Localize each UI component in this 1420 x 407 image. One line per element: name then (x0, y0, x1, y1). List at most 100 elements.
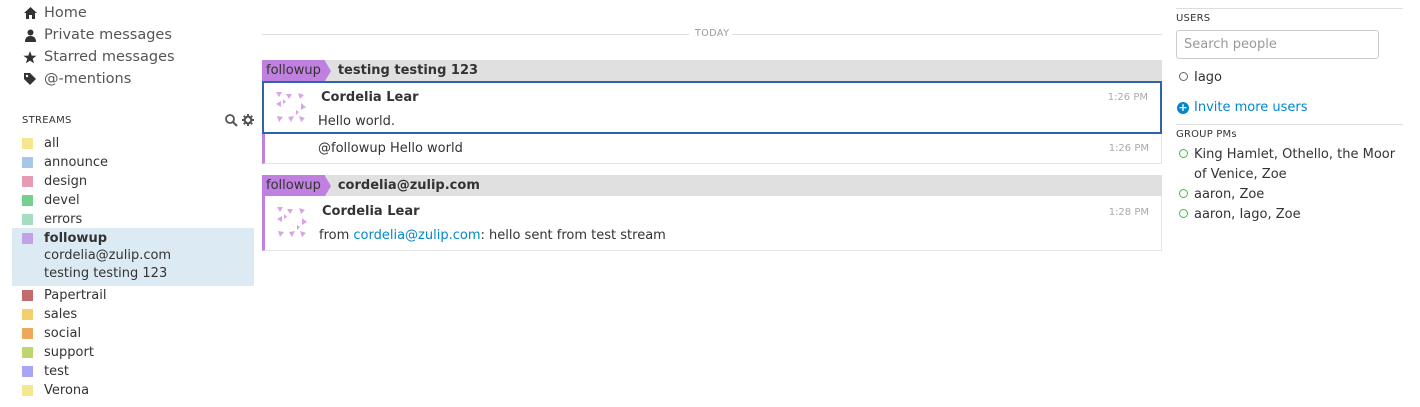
message-row-selected[interactable]: Cordelia Lear 1:26 PM Hello world. (262, 81, 1162, 134)
topic-item-cordelia[interactable]: cordelia@zulip.com (44, 248, 171, 263)
divider-line (732, 34, 1162, 35)
nav-home[interactable]: Home (22, 2, 87, 24)
stream-item-design[interactable]: design (22, 172, 254, 191)
nav-mentions[interactable]: @-mentions (22, 68, 131, 90)
stream-swatch (22, 309, 33, 320)
stream-item-announce[interactable]: announce (22, 153, 254, 172)
invite-users-link[interactable]: + Invite more users (1177, 100, 1308, 115)
stream-item-social[interactable]: social (22, 324, 254, 343)
date-divider: TODAY (262, 28, 1162, 40)
stream-name: devel (44, 193, 80, 208)
sender-name[interactable]: Cordelia Lear (321, 90, 419, 105)
user-item-iago[interactable]: Iago (1179, 68, 1222, 88)
stream-swatch (22, 157, 33, 168)
stream-name: errors (44, 212, 83, 227)
group-pm-item[interactable]: aaron, Iago, Zoe (1179, 205, 1301, 225)
nav-private-label: Private messages (44, 27, 172, 43)
stream-label-arrow (324, 60, 331, 81)
recipient-bar: followup testing testing 123 (262, 60, 1162, 81)
stream-swatch (22, 347, 33, 358)
sender-name[interactable]: Cordelia Lear (322, 204, 420, 219)
section-divider (1176, 8, 1403, 9)
search-people-input[interactable] (1176, 30, 1379, 59)
nav-private-messages[interactable]: Private messages (22, 24, 172, 46)
group-pm-name: King Hamlet, Othello, the Moor of Venice… (1194, 147, 1396, 182)
presence-dot (1179, 189, 1188, 198)
avatar (274, 90, 308, 124)
nav-starred-label: Starred messages (44, 49, 175, 65)
gear-icon[interactable] (242, 114, 254, 131)
message-time[interactable]: 1:28 PM (1109, 207, 1149, 218)
stream-item-papertrail[interactable]: Papertrail (22, 286, 254, 305)
tag-icon (22, 73, 38, 85)
section-divider (1176, 124, 1403, 125)
topic-label[interactable]: cordelia@zulip.com (338, 178, 480, 193)
presence-dot (1179, 72, 1188, 81)
presence-dot (1179, 149, 1188, 158)
left-sidebar: Home Private messages Starred messages @… (0, 0, 258, 407)
users-header: USERS (1176, 13, 1211, 24)
topic-label[interactable]: testing testing 123 (338, 63, 478, 78)
star-icon (22, 50, 38, 64)
divider-line (262, 34, 689, 35)
group-pm-name: aaron, Iago, Zoe (1194, 207, 1301, 222)
stream-item-sales[interactable]: sales (22, 305, 254, 324)
nav-home-label: Home (44, 5, 87, 21)
stream-name: Verona (44, 383, 90, 398)
stream-item-support[interactable]: support (22, 343, 254, 362)
message-time[interactable]: 1:26 PM (1108, 92, 1148, 103)
stream-name: Papertrail (44, 288, 107, 303)
message-content: from cordelia@zulip.com: hello sent from… (319, 228, 666, 243)
recipient-bar: followup cordelia@zulip.com (262, 175, 1162, 196)
streams-header-label: STREAMS (22, 115, 72, 126)
stream-swatch (22, 290, 33, 301)
stream-item-followup[interactable]: followup (22, 229, 254, 248)
stream-name: all (44, 136, 60, 151)
stream-name: sales (44, 307, 78, 322)
plus-circle-icon: + (1177, 101, 1189, 114)
message-feed: TODAY followup testing testing 123 Corde… (262, 0, 1162, 407)
stream-swatch (22, 366, 33, 377)
search-icon[interactable] (225, 114, 238, 131)
stream-swatch (22, 233, 33, 244)
stream-label[interactable]: followup (262, 60, 325, 81)
stream-swatch (22, 176, 33, 187)
nav-mentions-label: @-mentions (44, 71, 132, 87)
stream-name: support (44, 345, 94, 360)
stream-swatch (22, 385, 33, 396)
stream-name: social (44, 326, 82, 341)
message-content: Hello world. (318, 114, 396, 129)
stream-swatch (22, 328, 33, 339)
stream-label[interactable]: followup (262, 175, 325, 196)
group-pm-item[interactable]: King Hamlet, Othello, the Moor of Venice… (1179, 145, 1399, 185)
group-pm-item[interactable]: aaron, Zoe (1179, 185, 1264, 205)
content-suffix: : hello sent from test stream (480, 228, 666, 243)
stream-item-devel[interactable]: devel (22, 191, 254, 210)
streams-header: STREAMS (22, 114, 254, 128)
message-content: @followup Hello world (318, 141, 463, 156)
stream-swatch (22, 214, 33, 225)
user-icon (22, 29, 38, 42)
stream-swatch (22, 138, 33, 149)
invite-label: Invite more users (1194, 100, 1308, 115)
stream-name: test (44, 364, 69, 379)
message-row[interactable]: Cordelia Lear 1:28 PM from cordelia@zuli… (262, 196, 1162, 251)
stream-item-verona[interactable]: Verona (22, 381, 254, 400)
user-name: Iago (1194, 70, 1223, 85)
topic-item-testing[interactable]: testing testing 123 (44, 266, 167, 281)
home-icon (22, 7, 38, 19)
nav-starred-messages[interactable]: Starred messages (22, 46, 175, 68)
stream-name: design (44, 174, 88, 189)
stream-item-errors[interactable]: errors (22, 210, 254, 229)
stream-label-arrow (324, 175, 331, 196)
stream-item-all[interactable]: all (22, 134, 254, 153)
group-pm-name: aaron, Zoe (1194, 187, 1265, 202)
message-row[interactable]: @followup Hello world 1:26 PM (262, 134, 1162, 164)
stream-name: followup (44, 231, 108, 246)
message-time[interactable]: 1:26 PM (1109, 143, 1149, 154)
presence-dot (1179, 209, 1188, 218)
stream-item-test[interactable]: test (22, 362, 254, 381)
email-link[interactable]: cordelia@zulip.com (353, 228, 480, 243)
right-sidebar: USERS Iago + Invite more users GROUP PMs… (1176, 0, 1403, 407)
group-pms-header: GROUP PMs (1176, 129, 1237, 140)
